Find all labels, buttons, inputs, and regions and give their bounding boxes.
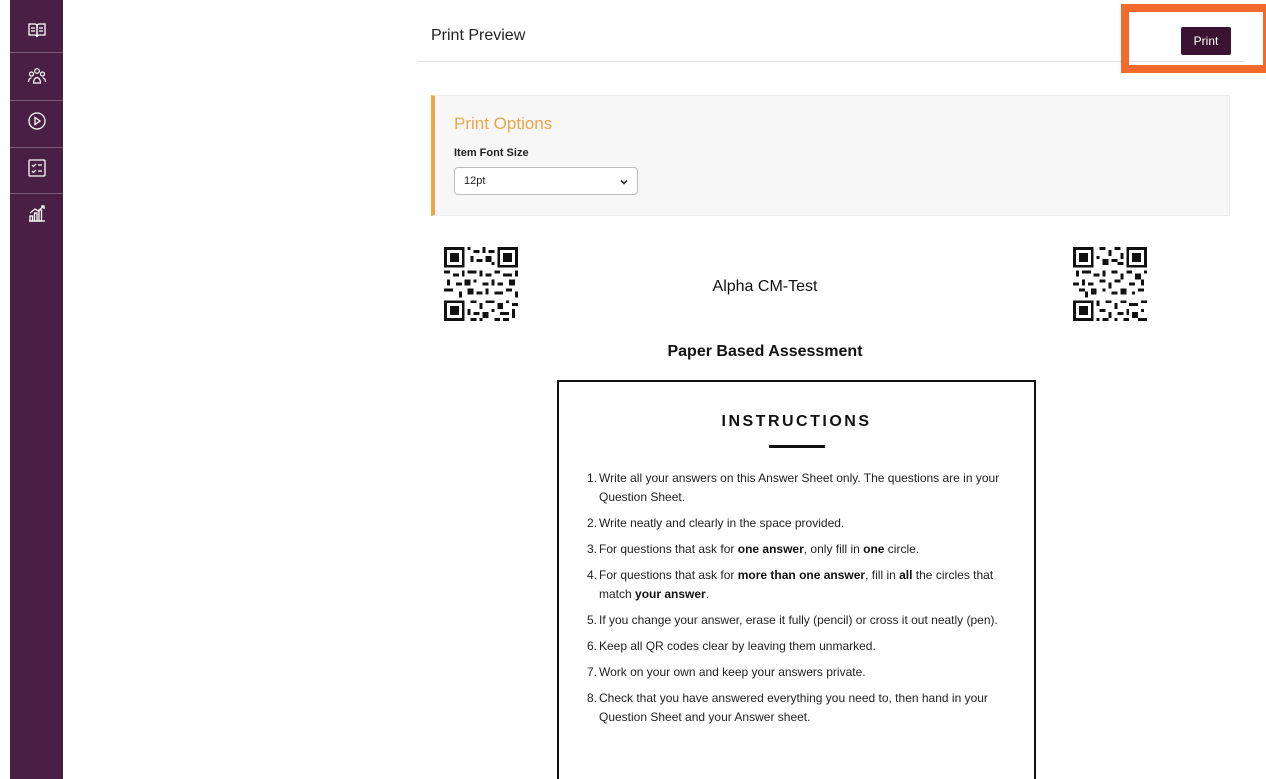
print-options-panel: Print Options Item Font Size 12pt [431, 95, 1230, 216]
instructions-box: INSTRUCTIONS 1. Write all your answers o… [557, 380, 1036, 779]
instructions-heading: INSTRUCTIONS [721, 413, 872, 430]
item-font-size-value: 12pt [464, 175, 486, 187]
sidebar-item-analytics[interactable] [10, 194, 63, 236]
instructions-list: 1. Write all your answers on this Answer… [587, 469, 1007, 734]
instruction-item: 3. For questions that ask for one answer… [587, 542, 920, 556]
assessment-subtitle: Paper Based Assessment [667, 343, 863, 360]
print-options-title: Print Options [454, 114, 553, 133]
instruction-item: 8. Check that you have answered everythi… [587, 691, 988, 724]
users-icon [27, 66, 47, 91]
play-icon [27, 111, 47, 136]
sidebar-divider [10, 52, 63, 53]
analytics-icon [27, 203, 47, 228]
sidebar-item-users[interactable] [10, 56, 63, 100]
chevron-down-icon [619, 177, 629, 190]
sidebar-item-play[interactable] [10, 101, 63, 146]
instructions-underline [769, 445, 825, 448]
page-title: Print Preview [431, 27, 526, 44]
checklist-icon [27, 158, 47, 183]
instruction-item: 6. Keep all QR codes clear by leaving th… [587, 639, 876, 653]
item-font-size-select[interactable]: 12pt [454, 167, 638, 195]
sidebar-item-book[interactable] [10, 20, 63, 45]
instruction-item: 1. Write all your answers on this Answer… [587, 471, 1000, 504]
highlight-annotation [1121, 4, 1266, 73]
sidebar [10, 0, 63, 779]
assessment-title: Alpha CM-Test [712, 278, 818, 295]
sidebar-item-checklist[interactable] [10, 148, 63, 193]
instruction-item: 5. If you change your answer, erase it f… [587, 613, 998, 627]
book-icon [27, 20, 47, 45]
qr-code-left [444, 247, 518, 321]
instruction-item: 4. For questions that ask for more than … [587, 568, 994, 601]
qr-code-right [1073, 247, 1147, 321]
instruction-item: 2. Write neatly and clearly in the space… [587, 516, 845, 530]
item-font-size-label: Item Font Size [454, 147, 529, 159]
instruction-item: 7. Work on your own and keep your answer… [587, 665, 866, 679]
